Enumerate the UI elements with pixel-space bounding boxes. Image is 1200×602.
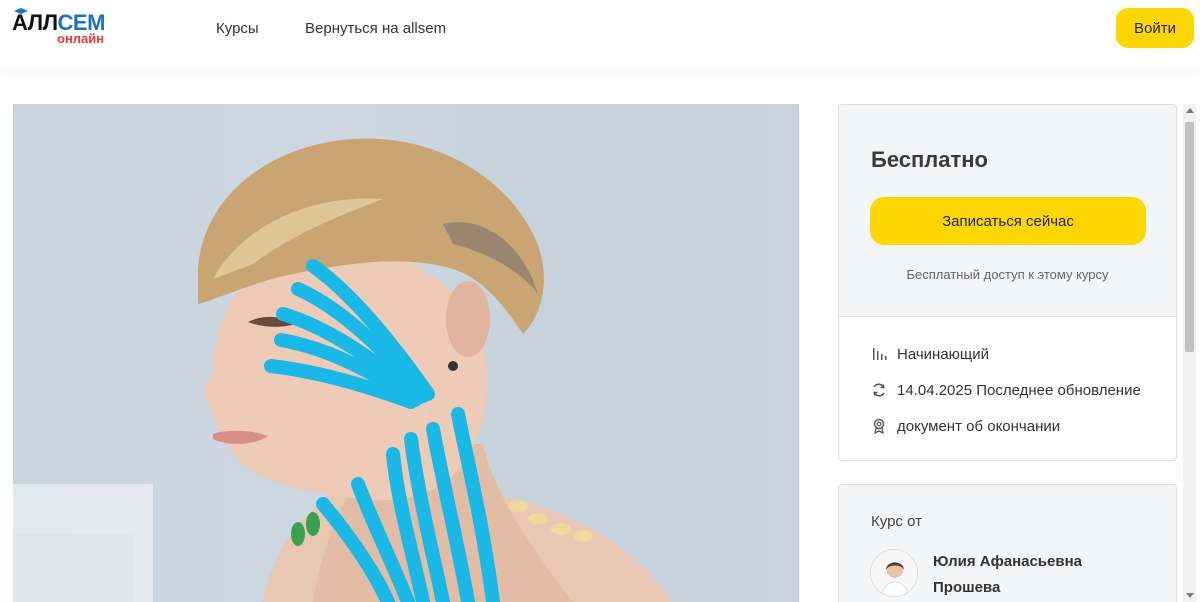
price-section: Бесплатно Записаться сейчас Бесплатный д… xyxy=(839,105,1176,317)
certificate-text: документ об окончании xyxy=(897,417,1061,435)
logo[interactable]: АЛЛСЕМ онлайн xyxy=(12,8,112,50)
nav-courses-link[interactable]: Курсы xyxy=(216,20,259,38)
scroll-down-arrow-icon[interactable] xyxy=(1186,593,1194,598)
enroll-now-button[interactable]: Записаться сейчас xyxy=(870,197,1146,245)
certificate-icon xyxy=(873,418,885,434)
instructor-avatar[interactable] xyxy=(870,549,918,597)
course-info-card: Бесплатно Записаться сейчас Бесплатный д… xyxy=(838,104,1177,461)
logo-subtitle: онлайн xyxy=(57,31,105,46)
refresh-icon xyxy=(873,383,885,397)
scroll-up-arrow-icon[interactable] xyxy=(1186,108,1194,113)
instructor-card: Курс от Юлия Афанасьевна Прошева xyxy=(838,484,1177,602)
instructor-name-line1[interactable]: Юлия Афанасьевна xyxy=(933,553,1082,570)
page-scrollbar[interactable] xyxy=(1183,104,1196,602)
hero-photo xyxy=(13,138,673,602)
course-hero-image xyxy=(13,104,799,602)
instructor-name-line2[interactable]: Прошева xyxy=(933,579,1000,596)
course-price: Бесплатно xyxy=(871,147,988,172)
free-access-note: Бесплатный доступ к этому курсу xyxy=(906,267,1109,282)
course-by-label: Курс от xyxy=(871,513,922,530)
level-row: Начинающий xyxy=(871,343,989,365)
certificate-row: документ об окончании xyxy=(871,415,1060,437)
instructor-photo xyxy=(871,550,917,596)
level-text: Начинающий xyxy=(897,345,990,363)
updated-row: 14.04.2025 Последнее обновление xyxy=(871,379,1141,401)
scroll-thumb[interactable] xyxy=(1185,122,1194,352)
login-button[interactable]: Войти xyxy=(1116,8,1194,48)
nav-back-to-allsem-link[interactable]: Вернуться на allsem xyxy=(305,20,446,38)
level-bars-icon xyxy=(873,348,887,360)
updated-text: 14.04.2025 Последнее обновление xyxy=(897,381,1141,399)
site-header: АЛЛСЕМ онлайн Курсы Вернуться на allsem … xyxy=(0,0,1200,68)
